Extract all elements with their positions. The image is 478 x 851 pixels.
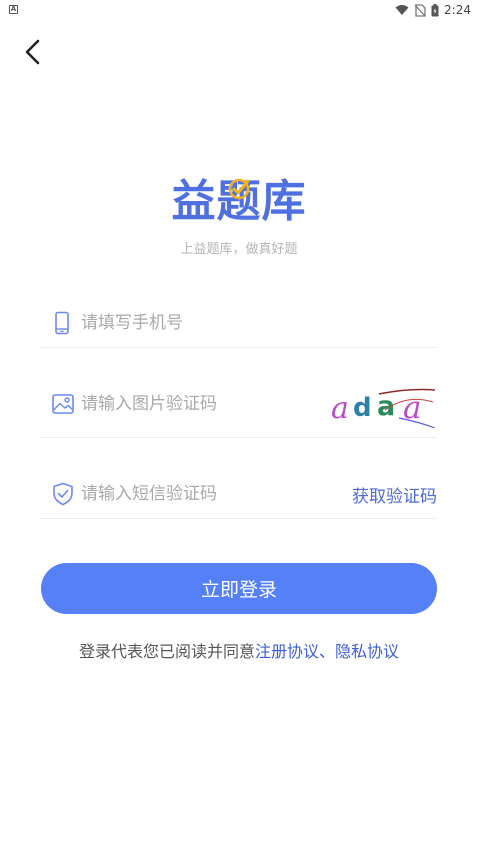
phone-field [41, 300, 437, 348]
phone-input[interactable] [81, 311, 321, 335]
agreement-separator: 、 [319, 642, 336, 661]
battery-icon [431, 3, 439, 16]
agreement-text: 登录代表您已阅读并同意注册协议、隐私协议 [0, 638, 478, 662]
wifi-icon [395, 5, 409, 15]
privacy-agreement-link[interactable]: 隐私协议 [335, 642, 399, 661]
status-bar: A 2:24 [0, 0, 478, 20]
clock: 2:24 [444, 3, 471, 17]
status-icons: 2:24 [395, 2, 471, 18]
back-arrow-icon [25, 39, 40, 65]
get-code-button[interactable]: 获取验证码 [352, 482, 437, 507]
captcha-image[interactable]: a d a a [329, 380, 437, 428]
sms-code-field: 获取验证码 [41, 470, 437, 519]
svg-text:d: d [353, 393, 372, 423]
phone-icon [55, 311, 69, 335]
register-agreement-link[interactable]: 注册协议 [255, 642, 319, 661]
captcha-field: a d a a [41, 376, 437, 438]
tagline: 上益题库，做真好题 [180, 242, 298, 257]
notification-badge: A [9, 5, 18, 14]
agreement-prefix: 登录代表您已阅读并同意 [78, 642, 255, 661]
shield-check-icon [53, 482, 73, 506]
svg-text:a: a [331, 391, 349, 426]
logo-check-icon [228, 178, 249, 200]
image-icon [52, 394, 74, 414]
logo-wordmark: 益题库 [172, 172, 307, 232]
no-sim-icon [414, 3, 426, 17]
captcha-input[interactable] [81, 392, 321, 416]
app-logo: 益题库 [0, 172, 478, 232]
sms-code-input[interactable] [81, 482, 321, 506]
login-button[interactable]: 立即登录 [41, 563, 437, 614]
svg-text:a: a [377, 391, 395, 422]
back-button[interactable] [16, 36, 48, 68]
